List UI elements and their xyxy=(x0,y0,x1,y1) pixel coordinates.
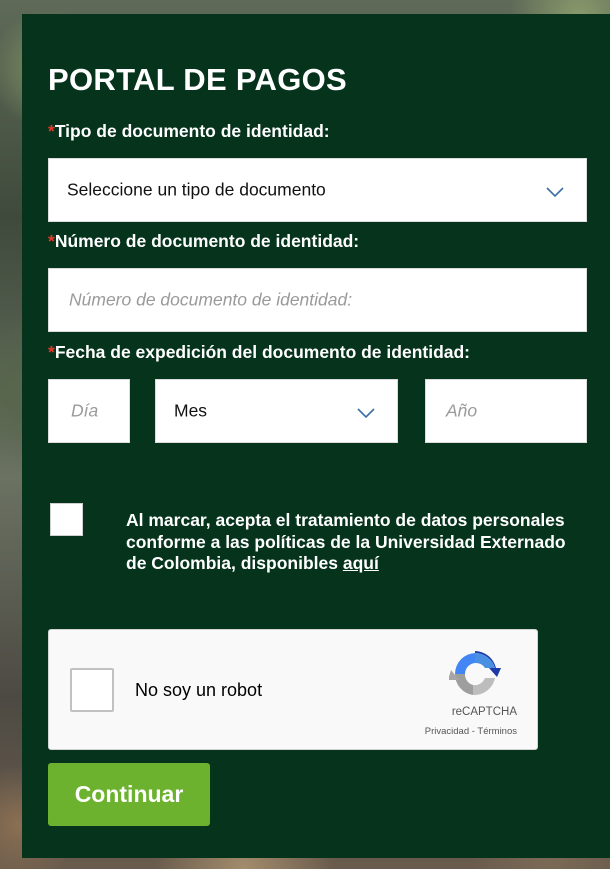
expedition-date-label: *Fecha de expedición del documento de id… xyxy=(48,342,470,363)
required-mark: * xyxy=(48,342,55,362)
expedition-date-label-text: Fecha de expedición del documento de ide… xyxy=(54,342,471,362)
chevron-down-icon xyxy=(546,187,564,197)
required-mark: * xyxy=(48,231,55,251)
year-placeholder: Año xyxy=(446,400,478,421)
document-number-placeholder: Número de documento de identidad: xyxy=(69,289,353,310)
document-type-label-text: Tipo de documento de identidad: xyxy=(54,121,330,141)
month-selected: Mes xyxy=(174,400,208,421)
day-placeholder: Día xyxy=(71,400,99,421)
document-type-label: *Tipo de documento de identidad: xyxy=(48,121,330,142)
recaptcha-terms-link[interactable]: Términos xyxy=(477,726,517,737)
recaptcha-privacy-link[interactable]: Privacidad xyxy=(425,726,469,737)
recaptcha-links: Privacidad - Términos xyxy=(425,726,517,737)
recaptcha-brand: reCAPTCHA xyxy=(451,706,517,718)
recaptcha-widget: No soy un robot reCAPTCHA Privacidad - T… xyxy=(48,629,538,750)
document-type-select[interactable]: Seleccione un tipo de documento xyxy=(48,158,587,222)
privacy-policy-link[interactable]: aquí xyxy=(343,553,379,573)
required-mark: * xyxy=(48,121,55,141)
recaptcha-label: No soy un robot xyxy=(135,680,263,700)
day-input[interactable]: Día xyxy=(48,379,130,443)
page-title: PORTAL DE PAGOS xyxy=(48,62,348,97)
document-number-input[interactable]: Número de documento de identidad: xyxy=(48,268,587,332)
consent-checkbox[interactable] xyxy=(50,503,83,536)
continue-button[interactable]: Continuar xyxy=(48,763,210,826)
recaptcha-checkbox[interactable] xyxy=(70,668,114,712)
document-number-label-text: Número de documento de identidad: xyxy=(54,231,360,251)
document-number-label: *Número de documento de identidad: xyxy=(48,231,359,252)
document-type-selected: Seleccione un tipo de documento xyxy=(67,179,326,200)
year-input[interactable]: Año xyxy=(425,379,587,443)
chevron-down-icon xyxy=(357,408,375,418)
recaptcha-logo-icon xyxy=(449,651,501,696)
consent-text: Al marcar, acepta el tratamiento de dato… xyxy=(126,510,566,575)
month-select[interactable]: Mes xyxy=(155,379,398,443)
